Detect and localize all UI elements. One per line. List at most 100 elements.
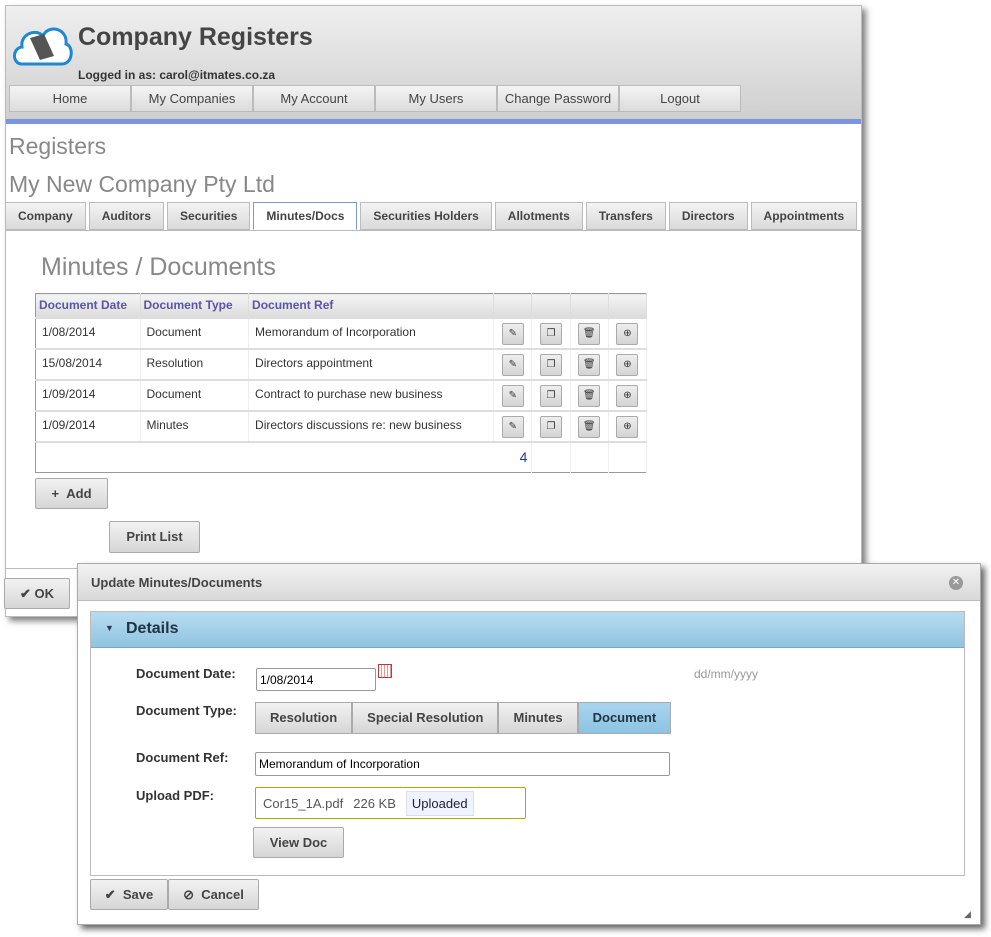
tab-directors[interactable]: Directors xyxy=(668,202,748,230)
copy-icon[interactable]: ❐ xyxy=(540,415,563,438)
action-cell: ✎ xyxy=(493,378,533,411)
print-list-button[interactable]: Print List xyxy=(109,521,200,553)
zoom-icon[interactable]: ⊕ xyxy=(616,415,639,438)
action-cell: ❐ xyxy=(531,347,571,380)
action-cell: 🗑 xyxy=(570,378,609,411)
trash-icon[interactable]: 🗑 xyxy=(578,322,601,345)
col-document-ref[interactable]: Document Ref xyxy=(248,293,495,318)
cell-date: 1/09/2014 xyxy=(35,378,141,411)
table-row[interactable]: 15/08/2014 Resolution Directors appointmen… xyxy=(35,347,648,380)
cloud-book-logo xyxy=(13,27,73,66)
plus-icon: + xyxy=(51,486,67,501)
tab-appointments[interactable]: Appointments xyxy=(750,202,858,230)
nav-change-password[interactable]: Change Password xyxy=(497,85,619,112)
nav-my-users[interactable]: My Users xyxy=(375,85,497,112)
action-cell: ✎ xyxy=(493,347,533,380)
edit-icon[interactable]: ✎ xyxy=(501,353,524,376)
edit-icon[interactable]: ✎ xyxy=(501,322,524,345)
action-cell: ⊕ xyxy=(608,316,648,349)
cell-ref: Contract to purchase new business xyxy=(248,378,495,411)
documents-table: Document Date Document Type Document Ref… xyxy=(35,293,648,473)
action-cell: ❐ xyxy=(531,409,571,442)
table-row[interactable]: 1/08/2014 Document Memorandum of Incorpora… xyxy=(35,316,648,349)
app-header: Company Registers Logged in as: carol@it… xyxy=(6,6,861,119)
type-document[interactable]: Document xyxy=(577,702,672,734)
copy-icon[interactable]: ❐ xyxy=(540,384,563,407)
save-button[interactable]: ✔ Save xyxy=(90,879,168,910)
zoom-icon[interactable]: ⊕ xyxy=(616,322,639,345)
tab-allotments[interactable]: Allotments xyxy=(494,202,583,230)
action-cell: ❐ xyxy=(531,316,571,349)
update-dialog: Update Minutes/Documents ✕ ▼ Details Doc… xyxy=(77,563,981,925)
type-label: Document Type: xyxy=(136,703,237,718)
tab-securities[interactable]: Securities xyxy=(167,202,251,230)
nav-my-companies[interactable]: My Companies xyxy=(131,85,253,112)
cell-date: 1/08/2014 xyxy=(35,316,141,349)
dialog-header: Update Minutes/Documents ✕ xyxy=(78,564,980,601)
action-cell: 🗑 xyxy=(570,347,609,380)
cancel-icon: ⊘ xyxy=(183,887,202,902)
ref-label: Document Ref: xyxy=(136,750,229,765)
zoom-icon[interactable]: ⊕ xyxy=(616,384,639,407)
action-cell: 🗑 xyxy=(570,316,609,349)
copy-icon[interactable]: ❐ xyxy=(540,322,563,345)
nav-my-account[interactable]: My Account xyxy=(253,85,375,112)
tab-panel: Minutes / Documents Document Date Docume… xyxy=(5,230,862,569)
tab-minutes-docs[interactable]: Minutes/Docs xyxy=(253,202,358,230)
check-icon: ✔ xyxy=(104,887,123,902)
resize-handle-icon[interactable]: ◢ xyxy=(964,909,971,920)
register-tabs: Company Auditors Securities Minutes/Docs… xyxy=(5,202,858,230)
cell-type: Minutes xyxy=(140,409,250,442)
tab-transfers[interactable]: Transfers xyxy=(585,202,666,230)
dialog-title: Update Minutes/Documents xyxy=(91,575,263,590)
nav-home[interactable]: Home xyxy=(9,85,131,112)
trash-icon[interactable]: 🗑 xyxy=(578,353,601,376)
type-special-resolution[interactable]: Special Resolution xyxy=(352,702,499,734)
edit-icon[interactable]: ✎ xyxy=(501,384,524,407)
ok-button[interactable]: ✔ OK xyxy=(4,578,70,609)
copy-icon[interactable]: ❐ xyxy=(540,353,563,376)
cancel-button[interactable]: ⊘ Cancel xyxy=(168,879,259,910)
nav-logout[interactable]: Logout xyxy=(619,85,741,112)
view-doc-button[interactable]: View Doc xyxy=(253,827,344,858)
trash-icon[interactable]: 🗑 xyxy=(578,384,601,407)
file-size: 226 KB xyxy=(353,795,396,811)
tab-securities-holders[interactable]: Securities Holders xyxy=(360,202,492,230)
col-document-date[interactable]: Document Date xyxy=(35,293,141,318)
add-button[interactable]: + Add xyxy=(35,478,108,509)
upload-status: Uploaded xyxy=(405,790,474,816)
details-title: Details xyxy=(126,620,179,637)
cell-ref: Memorandum of Incorporation xyxy=(248,316,495,349)
col-document-type[interactable]: Document Type xyxy=(140,293,250,318)
action-cell: ✎ xyxy=(493,409,533,442)
trash-icon[interactable]: 🗑 xyxy=(578,415,601,438)
action-cell: ❐ xyxy=(531,378,571,411)
triangle-down-icon: ▼ xyxy=(105,623,114,633)
app-title: Company Registers xyxy=(78,23,313,51)
tab-auditors[interactable]: Auditors xyxy=(88,202,165,230)
tab-company[interactable]: Company xyxy=(5,202,86,230)
action-cell: ⊕ xyxy=(608,409,648,442)
main-nav: Home My Companies My Account My Users Ch… xyxy=(9,85,741,112)
table-row[interactable]: 1/09/2014 Minutes Directors discussions re… xyxy=(35,409,648,442)
edit-icon[interactable]: ✎ xyxy=(501,415,524,438)
document-ref-input[interactable] xyxy=(255,752,670,776)
main-window: Company Registers Logged in as: carol@it… xyxy=(5,5,862,617)
page-title: Registers xyxy=(9,133,107,159)
date-format-hint: dd/mm/yyyy xyxy=(694,667,759,681)
upload-box[interactable]: Cor15_1A.pdf 226 KB Uploaded xyxy=(255,787,526,819)
document-date-input[interactable] xyxy=(256,668,376,691)
details-header[interactable]: ▼ Details xyxy=(91,612,964,648)
close-icon[interactable]: ✕ xyxy=(949,576,963,590)
file-name: Cor15_1A.pdf xyxy=(263,795,344,811)
check-icon: ✔ xyxy=(19,586,35,601)
logged-in-label: Logged in as: carol@itmates.co.za xyxy=(78,68,276,82)
cell-date: 1/09/2014 xyxy=(35,409,141,442)
accent-bar xyxy=(6,119,861,124)
zoom-icon[interactable]: ⊕ xyxy=(616,353,639,376)
calendar-icon[interactable] xyxy=(378,664,392,678)
type-minutes[interactable]: Minutes xyxy=(498,702,578,734)
table-row[interactable]: 1/09/2014 Document Contract to purchase ne… xyxy=(35,378,648,411)
cell-type: Document xyxy=(140,378,250,411)
type-resolution[interactable]: Resolution xyxy=(255,702,353,734)
